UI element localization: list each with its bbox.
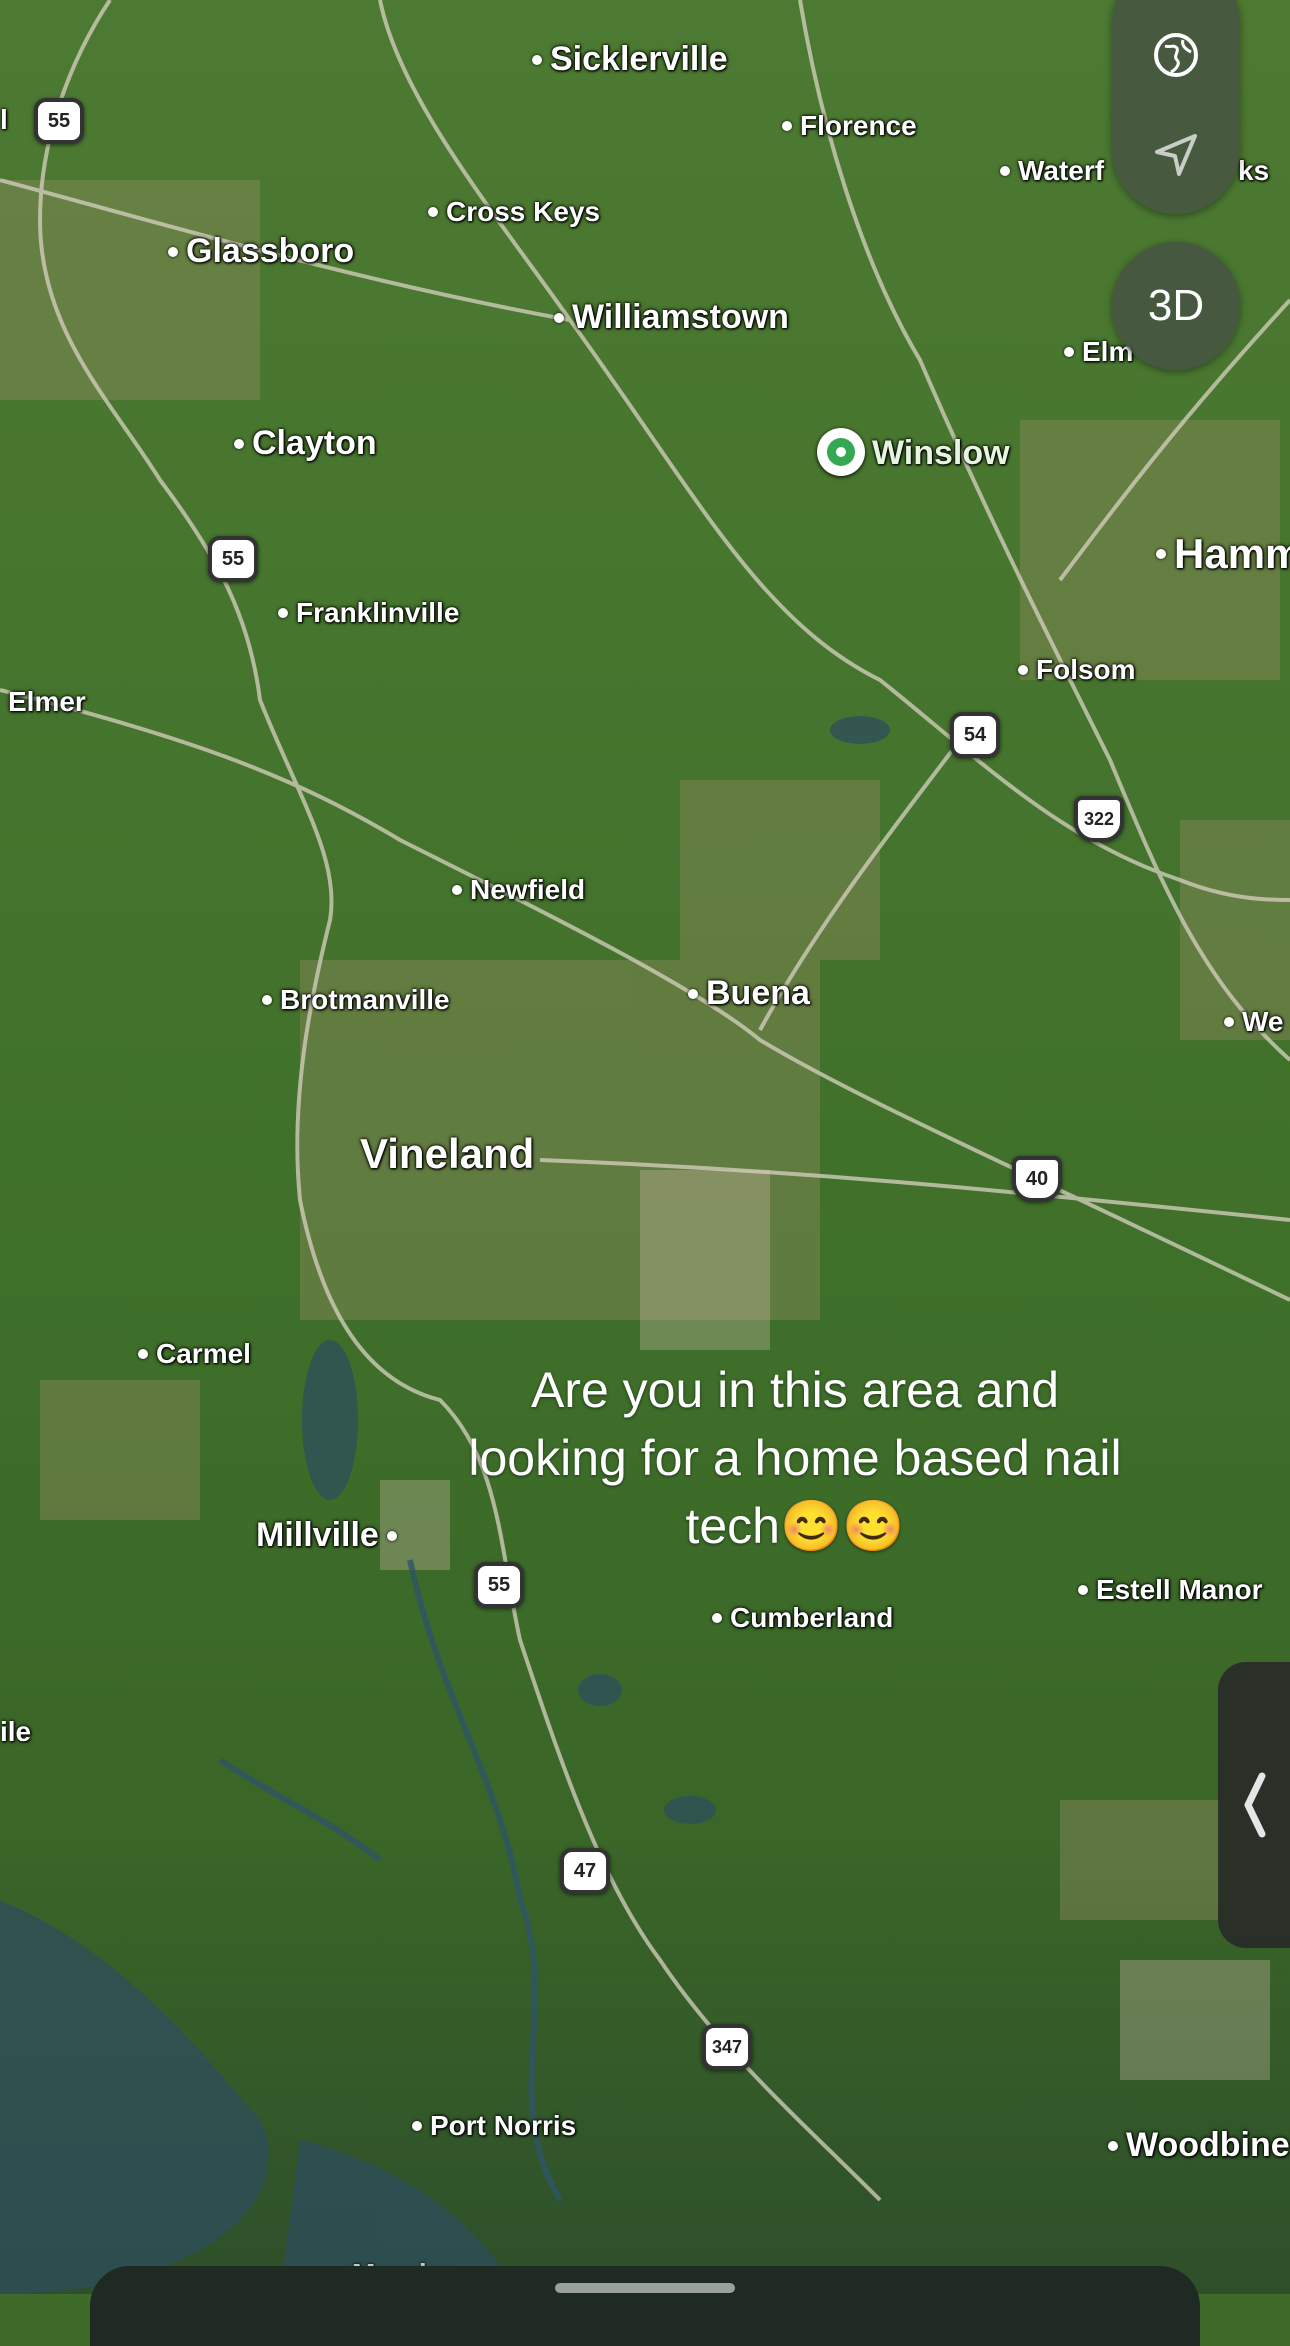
sheet-grabber[interactable] xyxy=(555,2283,735,2293)
map-mode-button[interactable] xyxy=(1112,0,1240,110)
place-label: Vineland xyxy=(360,1130,535,1177)
place-florence[interactable]: Florence xyxy=(782,110,917,142)
place-label: ks xyxy=(1238,155,1270,186)
place-dot xyxy=(1224,1017,1234,1027)
place-label: Estell Manor xyxy=(1096,1574,1263,1605)
place-folsom[interactable]: Folsom xyxy=(1018,654,1136,686)
caption-text: Are you in this area and looking for a h… xyxy=(380,1356,1210,1560)
place-label: Cumberland xyxy=(730,1602,894,1633)
place-dot xyxy=(234,438,244,449)
place-west[interactable]: We xyxy=(1224,1006,1284,1038)
place-label: Woodbine xyxy=(1126,2126,1290,2164)
place-label: Cross Keys xyxy=(446,196,601,227)
place-label: l xyxy=(0,104,8,135)
place-dot xyxy=(688,988,698,999)
place-dot xyxy=(554,312,564,323)
place-woodbine[interactable]: Woodbine xyxy=(1108,2126,1290,2165)
caption-line: looking for a home based nail xyxy=(468,1430,1122,1486)
place-dot xyxy=(262,995,272,1005)
place-franklinville[interactable]: Franklinville xyxy=(278,597,459,629)
place-dot xyxy=(532,54,542,65)
place-label: Newfield xyxy=(470,874,586,905)
location-arrow-icon xyxy=(1155,134,1197,176)
place-glassboro[interactable]: Glassboro xyxy=(168,232,354,271)
place-label: Elmer xyxy=(8,686,86,717)
place-label: Carmel xyxy=(156,1338,251,1369)
route-55-shield[interactable]: 55 xyxy=(208,536,258,582)
place-dot xyxy=(1108,2140,1118,2151)
place-label: ile xyxy=(0,1716,32,1747)
route-55-shield[interactable]: 55 xyxy=(474,1562,524,1608)
place-label: Williamstown xyxy=(572,298,789,336)
route-47-shield[interactable]: 47 xyxy=(560,1848,610,1894)
globe-icon xyxy=(1154,33,1198,77)
place-left-edge-top[interactable]: l xyxy=(0,104,8,136)
place-waterford-works-tail[interactable]: ks xyxy=(1238,155,1269,187)
place-waterford-works[interactable]: Waterf xyxy=(1000,155,1104,187)
place-label: Buena xyxy=(706,974,810,1012)
bottom-sheet[interactable] xyxy=(90,2266,1200,2346)
place-label: Port Norris xyxy=(430,2110,577,2141)
place-williamstown[interactable]: Williamstown xyxy=(554,298,789,337)
place-clayton[interactable]: Clayton xyxy=(234,424,377,463)
place-dot xyxy=(1078,1585,1088,1595)
place-left-edge-town[interactable]: ile xyxy=(0,1716,31,1748)
place-label: Sicklerville xyxy=(550,40,728,78)
caption-line: Are you in this area and xyxy=(530,1362,1060,1418)
place-dot xyxy=(782,121,792,131)
place-dot xyxy=(138,1349,148,1359)
place-label: Winslow xyxy=(872,434,1010,472)
map-controls-group xyxy=(1112,0,1240,214)
route-322-shield[interactable]: 322 xyxy=(1074,796,1124,842)
place-label: Millville xyxy=(256,1516,379,1554)
place-hammonton[interactable]: Hamm xyxy=(1156,530,1290,578)
place-buena[interactable]: Buena xyxy=(688,974,810,1013)
route-40-shield[interactable]: 40 xyxy=(1012,1156,1062,1202)
place-elmer[interactable]: Elmer xyxy=(8,686,86,718)
winslow-location-pin[interactable] xyxy=(817,428,865,476)
place-millville[interactable]: Millville xyxy=(256,1516,397,1555)
place-label: Clayton xyxy=(252,424,377,462)
place-dot xyxy=(1156,549,1166,559)
place-brotmanville[interactable]: Brotmanville xyxy=(262,984,450,1016)
pin-core xyxy=(827,438,855,466)
place-dot xyxy=(168,246,178,257)
place-newfield[interactable]: Newfield xyxy=(452,874,585,906)
current-location-button[interactable] xyxy=(1112,100,1240,210)
place-label: Folsom xyxy=(1036,654,1136,685)
place-label: Waterf xyxy=(1018,155,1105,186)
side-panel-handle[interactable] xyxy=(1218,1662,1290,1948)
place-dot xyxy=(1018,665,1028,675)
place-dot xyxy=(1000,166,1010,176)
place-vineland[interactable]: Vineland xyxy=(360,1130,534,1178)
place-dot xyxy=(712,1613,722,1623)
place-cumberland[interactable]: Cumberland xyxy=(712,1602,893,1634)
place-winslow[interactable]: Winslow xyxy=(872,434,1010,473)
caption-line: tech😊😊 xyxy=(685,1498,905,1554)
3d-toggle-button[interactable]: 3D xyxy=(1112,242,1240,370)
route-54-shield[interactable]: 54 xyxy=(950,712,1000,758)
3d-label: 3D xyxy=(1147,281,1205,330)
route-55-shield[interactable]: 55 xyxy=(34,98,84,144)
place-sicklerville[interactable]: Sicklerville xyxy=(532,40,728,79)
chevron-left-icon xyxy=(1244,1772,1266,1838)
place-dot xyxy=(1064,347,1074,357)
place-label: Hamm xyxy=(1174,530,1290,577)
place-dot xyxy=(428,207,438,217)
place-estell-manor[interactable]: Estell Manor xyxy=(1078,1574,1262,1606)
place-label: Florence xyxy=(800,110,917,141)
place-label: Brotmanville xyxy=(280,984,450,1015)
place-dot xyxy=(452,885,462,895)
place-label: We xyxy=(1242,1006,1284,1037)
place-dot xyxy=(412,2121,422,2131)
place-dot xyxy=(278,608,288,618)
pin-center-dot xyxy=(836,447,846,457)
route-347-shield[interactable]: 347 xyxy=(702,2024,752,2070)
place-port-norris[interactable]: Port Norris xyxy=(412,2110,576,2142)
place-cross-keys[interactable]: Cross Keys xyxy=(428,196,600,228)
place-label: Franklinville xyxy=(296,597,460,628)
place-label: Glassboro xyxy=(186,232,355,270)
place-carmel[interactable]: Carmel xyxy=(138,1338,251,1370)
